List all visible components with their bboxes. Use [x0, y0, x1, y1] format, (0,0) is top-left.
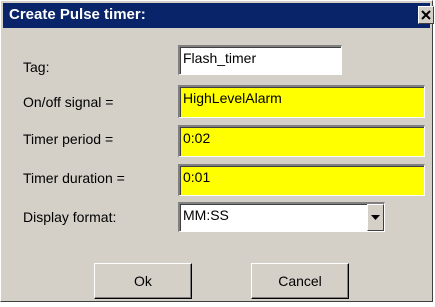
- duration-label: Timer duration =: [23, 170, 125, 186]
- format-select[interactable]: MM:SS: [178, 202, 385, 232]
- ok-button[interactable]: Ok: [94, 263, 192, 299]
- period-label: Timer period =: [23, 131, 114, 147]
- signal-input[interactable]: HighLevelAlarm: [178, 85, 425, 118]
- close-icon: [421, 10, 431, 20]
- tag-label: Tag:: [23, 59, 50, 75]
- period-input[interactable]: 0:02: [178, 125, 425, 157]
- signal-label: On/off signal =: [23, 94, 114, 110]
- dialog-title: Create Pulse timer:: [9, 6, 146, 23]
- title-bar[interactable]: Create Pulse timer:: [3, 3, 434, 28]
- cancel-button[interactable]: Cancel: [251, 263, 349, 299]
- format-label: Display format:: [23, 209, 117, 225]
- format-select-value: MM:SS: [183, 207, 229, 223]
- dropdown-button[interactable]: [367, 204, 384, 231]
- tag-input[interactable]: Flash_timer: [178, 45, 342, 75]
- chevron-down-icon: [371, 215, 380, 220]
- close-button[interactable]: [418, 6, 434, 24]
- create-pulse-timer-dialog: Create Pulse timer: Tag: Flash_timer On/…: [0, 0, 434, 302]
- duration-input[interactable]: 0:01: [178, 164, 425, 196]
